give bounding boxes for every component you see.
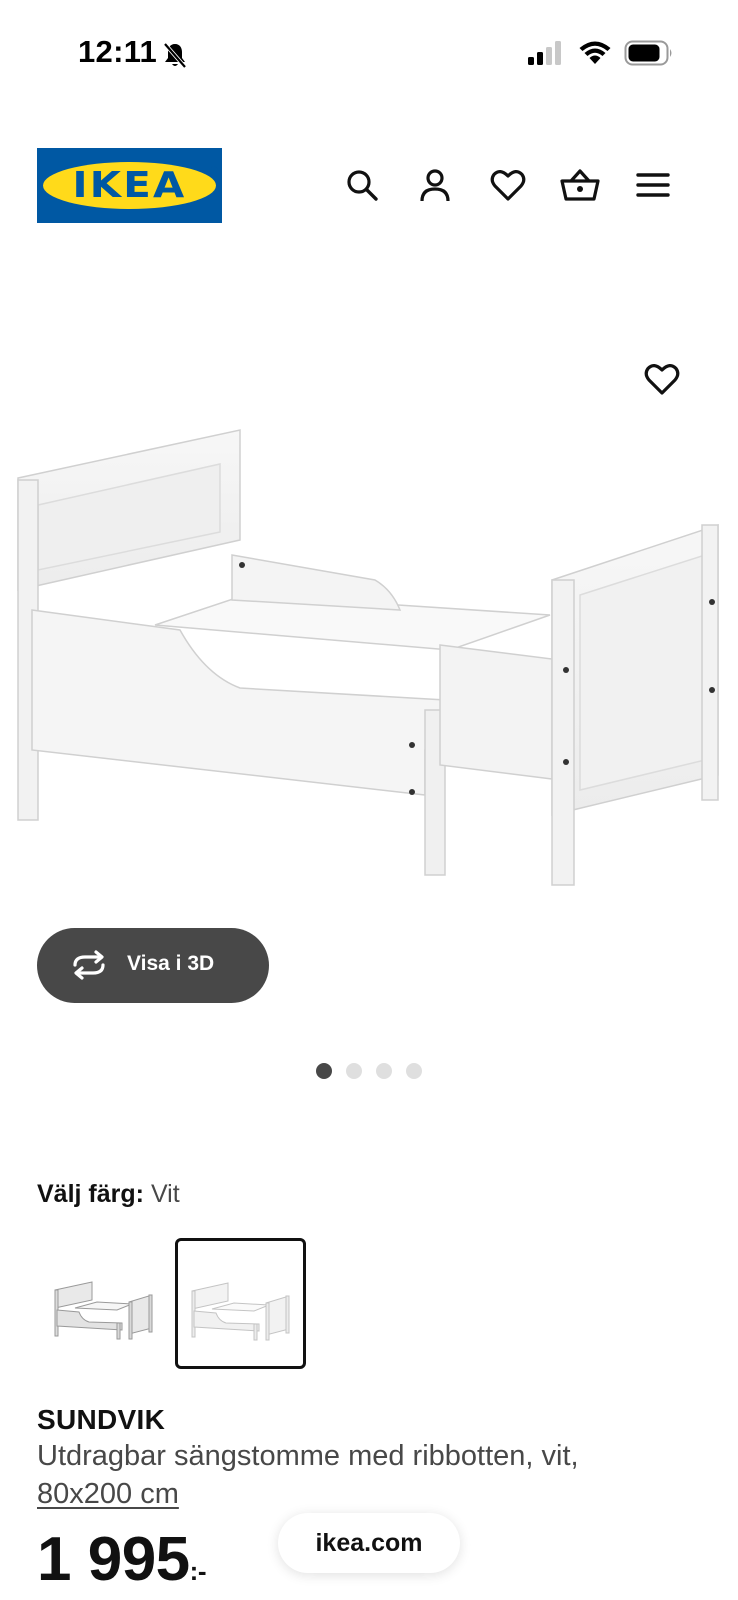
carousel-dot[interactable] [316, 1063, 332, 1079]
bed-illustration [17, 429, 719, 886]
rotate-3d-icon [73, 950, 105, 980]
wifi-icon [579, 41, 611, 64]
product-image [17, 429, 719, 886]
color-swatch-white[interactable] [175, 1238, 306, 1369]
price-suffix: :- [189, 1556, 207, 1586]
logo-text: IKEA [72, 165, 187, 206]
view-3d-label: Visa i 3D [127, 952, 215, 975]
product-price: 1 995:- [37, 1524, 206, 1595]
carousel-dot[interactable] [406, 1063, 422, 1079]
user-icon [420, 169, 450, 202]
color-value: Vit [150, 1180, 180, 1208]
price-amount: 1 995 [37, 1525, 190, 1594]
registered-mark: R [209, 166, 218, 175]
product-page: 12:11 IKEA R Visa i 3D Välj färg: Vit SU… [0, 0, 738, 1600]
heart-icon [644, 364, 680, 395]
browser-url: ikea.com [315, 1528, 423, 1557]
carousel-dot[interactable] [346, 1063, 362, 1079]
product-name: SUNDVIK [37, 1404, 166, 1435]
search-button[interactable] [340, 163, 384, 207]
basket-button[interactable] [558, 163, 602, 207]
browser-address-bar[interactable]: ikea.com [278, 1513, 460, 1573]
wishlist-button[interactable] [486, 163, 530, 207]
battery-icon [624, 40, 672, 66]
site-header: IKEA R [0, 148, 738, 224]
ikea-logo[interactable]: IKEA R [37, 148, 222, 223]
account-button[interactable] [413, 163, 457, 207]
color-swatch-white-gray[interactable] [37, 1238, 168, 1369]
basket-icon [560, 169, 600, 201]
search-icon [347, 170, 378, 201]
product-description: Utdragbar sängstomme med ribbotten, vit, [37, 1440, 579, 1472]
cellular-signal-icon [528, 41, 561, 65]
swatch-bed-thumbnail [191, 1282, 290, 1341]
carousel-dot[interactable] [376, 1063, 392, 1079]
swatch-bed-thumbnail [54, 1281, 153, 1340]
carousel-dots [316, 1063, 422, 1079]
heart-icon [490, 170, 526, 201]
menu-icon [636, 173, 670, 197]
view-3d-button[interactable]: Visa i 3D [37, 928, 269, 1003]
color-label-text: Välj färg: [37, 1180, 144, 1208]
color-selection-label: Välj färg: Vit [37, 1180, 180, 1209]
menu-button[interactable] [631, 163, 675, 207]
bell-slash-icon [163, 42, 187, 69]
favorite-button[interactable] [640, 357, 684, 401]
status-bar: 12:11 [0, 0, 738, 100]
product-size-link[interactable]: 80x200 cm [37, 1478, 179, 1511]
status-time: 12:11 [78, 34, 158, 69]
